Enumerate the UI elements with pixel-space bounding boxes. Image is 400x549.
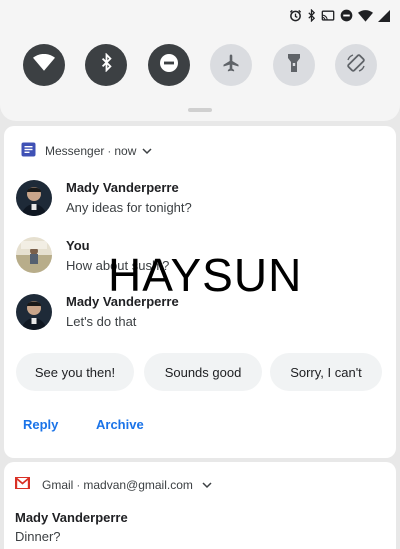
quick-settings-panel [0,0,400,121]
quick-tiles [0,44,400,88]
app-name: Messenger [45,144,105,158]
message-text: Let's do that [66,314,137,329]
notification-header: Gmail · madvan@gmail.com [15,477,212,492]
smart-reply-row: See you then! Sounds good Sorry, I can't [16,353,386,391]
smart-reply-chip[interactable]: Sounds good [144,353,262,391]
message-text: Any ideas for tonight? [66,200,192,215]
smart-reply-chip[interactable]: See you then! [16,353,134,391]
wifi-icon [33,53,55,76]
message-sender: You [66,238,90,253]
smart-reply-chip[interactable]: Sorry, I can't [270,353,382,391]
alarm-icon [289,9,302,22]
gmail-notification[interactable]: Gmail · madvan@gmail.com Mady Vanderperr… [4,462,396,549]
signal-icon [378,9,390,22]
rotate-icon [345,52,367,79]
avatar [16,180,52,216]
reply-button[interactable]: Reply [23,417,58,432]
dnd-icon [340,9,353,22]
app-name: Gmail [42,477,74,492]
notification-header: Messenger · now [21,142,152,160]
email-subject: Dinner? [15,529,61,544]
cast-icon [321,10,335,22]
archive-button[interactable]: Archive [96,417,144,432]
status-bar [289,9,390,22]
account-email: madvan@gmail.com [83,477,193,492]
watermark-text: HAYSUN [108,249,303,301]
chevron-down-icon[interactable] [202,478,212,492]
tile-flashlight[interactable] [273,44,315,86]
tile-auto-rotate[interactable] [335,44,377,86]
tile-do-not-disturb[interactable] [148,44,190,86]
dnd-icon [159,53,179,78]
message-sender: Mady Vanderperre [66,180,179,195]
wifi-icon [358,9,373,22]
flashlight-icon [287,53,301,78]
tile-bluetooth[interactable] [85,44,127,86]
bluetooth-icon [307,9,316,22]
tile-wifi[interactable] [23,44,65,86]
separator: · [107,144,112,158]
notification-time: now [114,144,137,158]
avatar [16,237,52,273]
separator: · [76,477,81,492]
chevron-down-icon[interactable] [142,144,152,158]
shade-drag-handle[interactable] [188,108,212,112]
avatar [16,294,52,330]
bluetooth-icon [100,52,113,77]
message-item: Mady Vanderperre Any ideas for tonight? [16,180,386,220]
gmail-app-icon [15,477,30,492]
messenger-app-icon [21,142,36,160]
airplane-icon [221,53,241,78]
tile-airplane-mode[interactable] [210,44,252,86]
email-sender: Mady Vanderperre [15,510,128,525]
